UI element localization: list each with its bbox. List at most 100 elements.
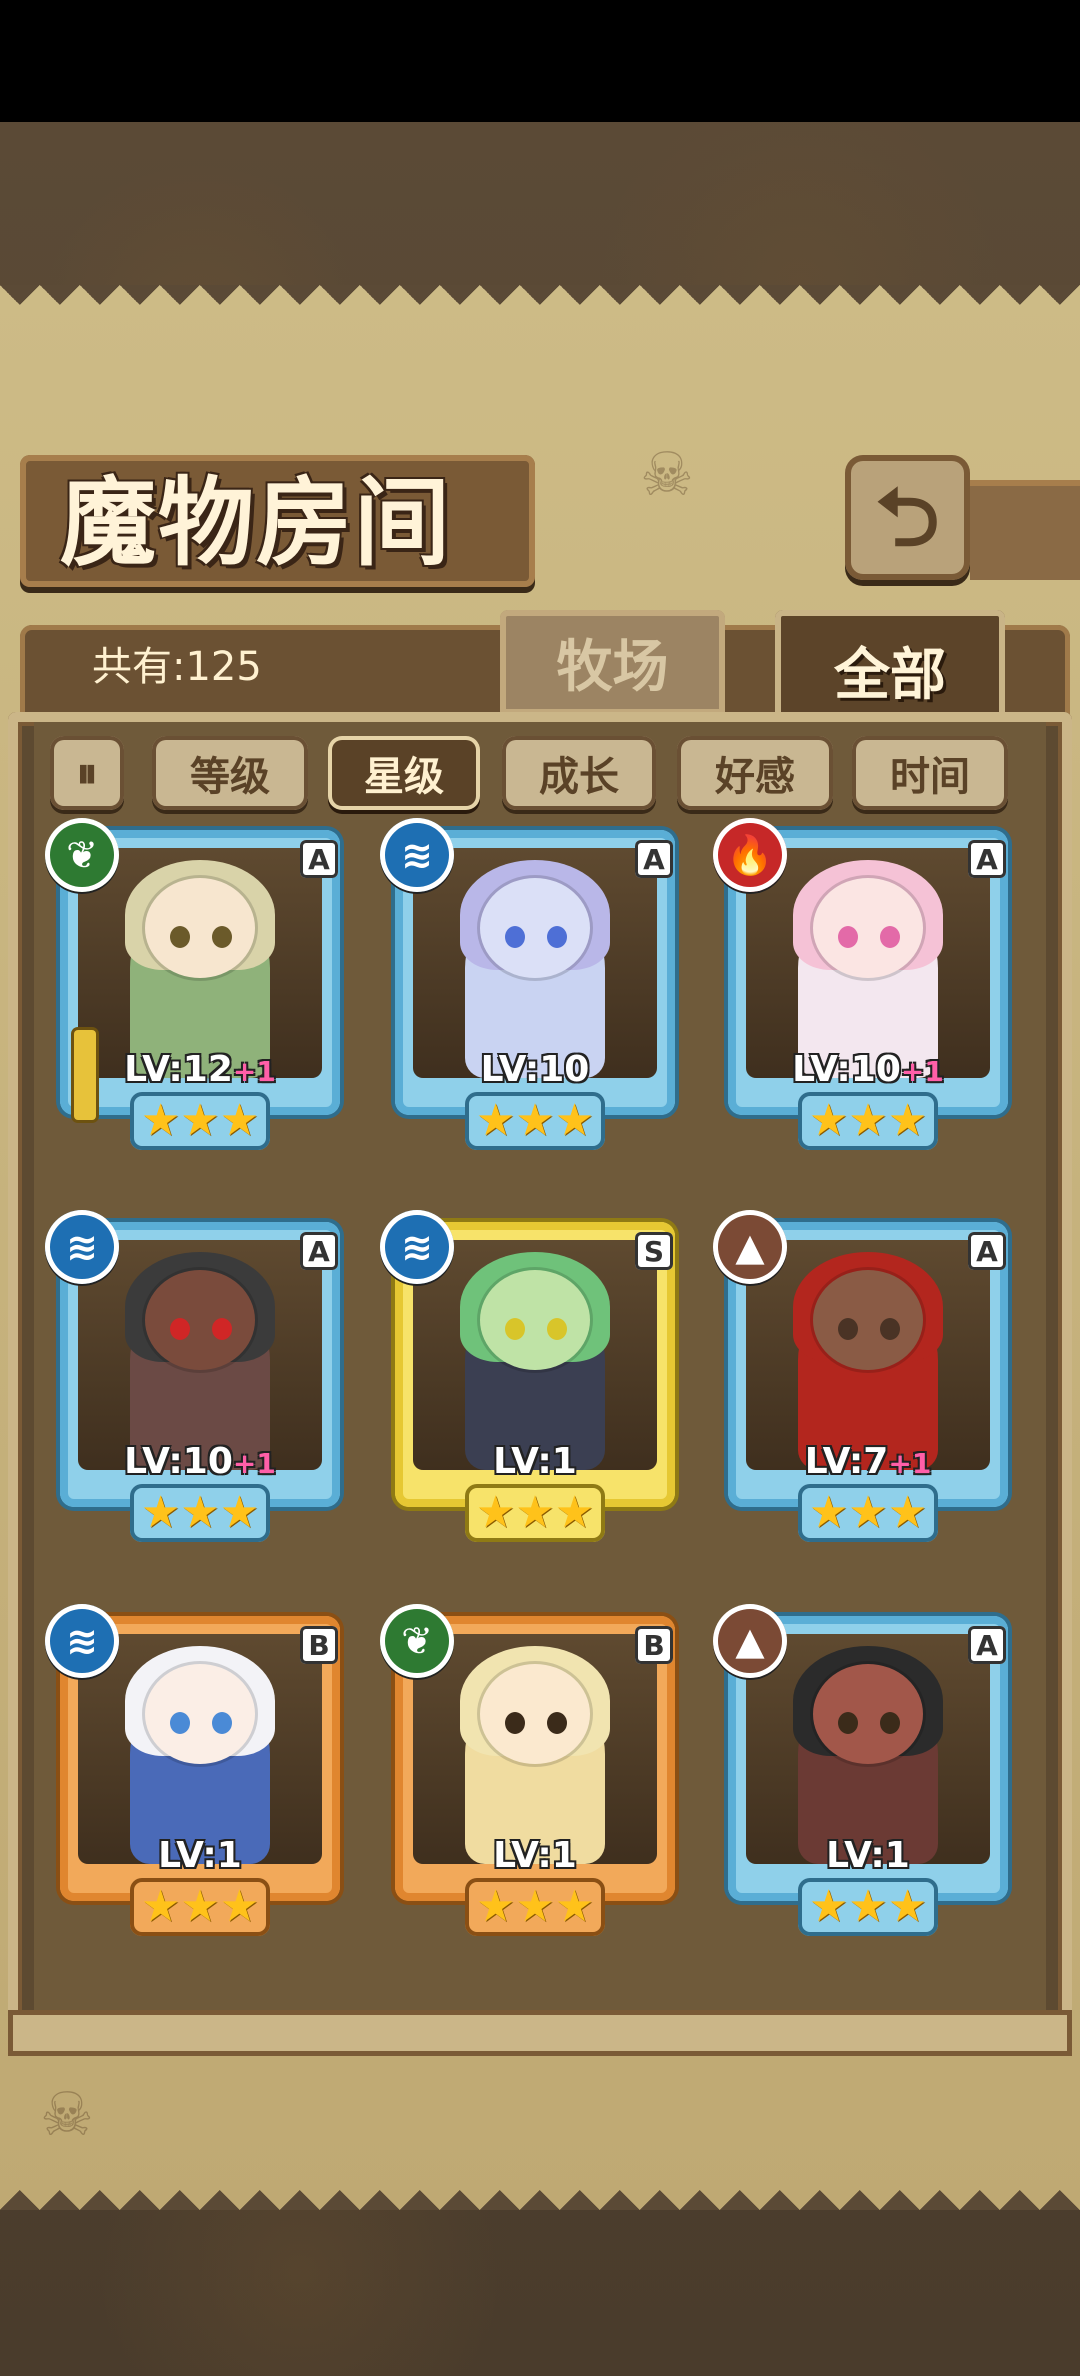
- monster-portrait: [746, 848, 990, 1078]
- monster-card[interactable]: ❦ B LV:1 ★★★: [380, 1604, 685, 1936]
- level-value: LV:10: [124, 1441, 233, 1482]
- portrait-eye: [547, 926, 567, 948]
- earth-element-icon: ▲: [713, 1210, 787, 1284]
- monster-card[interactable]: ≋ A LV:10+1 ★★★: [45, 1210, 350, 1542]
- water-element-icon: ≋: [45, 1210, 119, 1284]
- star-rating: ★★★: [465, 1878, 605, 1936]
- portrait-head: [145, 1270, 255, 1370]
- portrait-eye: [170, 1318, 190, 1340]
- monster-card[interactable]: ≋ B LV:1 ★★★: [45, 1604, 350, 1936]
- monster-portrait: [413, 1240, 657, 1470]
- portrait-eye: [838, 926, 858, 948]
- portrait-head: [480, 1664, 590, 1764]
- sword-icon: [74, 1030, 96, 1120]
- monster-portrait: [413, 1634, 657, 1864]
- grade-badge: A: [635, 840, 673, 878]
- nature-element-icon: ❦: [380, 1604, 454, 1678]
- sort-button-affection[interactable]: 好感: [677, 736, 833, 810]
- return-arrow-icon: ⮌: [875, 470, 940, 564]
- monster-level: LV:1: [746, 1834, 990, 1878]
- monster-portrait: [746, 1634, 990, 1864]
- portrait-head: [813, 1270, 923, 1370]
- monster-portrait: [78, 1240, 322, 1470]
- sort-button-growth[interactable]: 成长: [502, 736, 656, 810]
- nature-element-icon: ❦: [45, 818, 119, 892]
- star-rating: ★★★: [130, 1878, 270, 1936]
- monster-level: LV:10+1: [746, 1048, 990, 1092]
- monster-card[interactable]: ▲ A LV:7+1 ★★★: [713, 1210, 1018, 1542]
- grade-badge: S: [635, 1232, 673, 1270]
- footer-rail: [8, 2010, 1072, 2056]
- portrait-eye: [212, 1318, 232, 1340]
- fire-element-icon: 🔥: [713, 818, 787, 892]
- sort-button-time[interactable]: 时间: [852, 736, 1008, 810]
- sort-button-level[interactable]: 等级: [152, 736, 308, 810]
- portrait-head: [145, 1664, 255, 1764]
- portrait-eye: [880, 926, 900, 948]
- portrait-head: [813, 1664, 923, 1764]
- level-bonus: +1: [232, 1055, 276, 1088]
- grade-badge: A: [300, 1232, 338, 1270]
- monster-card[interactable]: 🔥 A LV:10+1 ★★★: [713, 818, 1018, 1150]
- portrait-head: [480, 1270, 590, 1370]
- monster-card[interactable]: ≋ A LV:10 ★★★: [380, 818, 685, 1150]
- monster-portrait: [746, 1240, 990, 1470]
- water-element-icon: ≋: [380, 818, 454, 892]
- earth-element-icon: ▲: [713, 1604, 787, 1678]
- level-value: LV:12: [124, 1049, 233, 1090]
- portrait-eye: [838, 1712, 858, 1734]
- monster-portrait: [78, 1634, 322, 1864]
- grade-badge: B: [300, 1626, 338, 1664]
- sort-order-toggle[interactable]: ⏸: [50, 736, 124, 810]
- star-rating: ★★★: [130, 1092, 270, 1150]
- portrait-eye: [547, 1712, 567, 1734]
- portrait-eye: [547, 1318, 567, 1340]
- star-rating: ★★★: [798, 1878, 938, 1936]
- sort-order-icon: ⏸: [76, 748, 98, 797]
- level-value: LV:1: [493, 1835, 577, 1876]
- monster-portrait: [78, 848, 322, 1078]
- status-bar: [0, 0, 1080, 122]
- level-bonus: +1: [232, 1447, 276, 1480]
- sort-button-star[interactable]: 星级: [328, 736, 480, 810]
- portrait-eye: [880, 1712, 900, 1734]
- monster-portrait: [413, 848, 657, 1078]
- portrait-head: [813, 878, 923, 978]
- page-title: 魔物房间: [60, 466, 452, 579]
- star-rating: ★★★: [465, 1484, 605, 1542]
- star-rating: ★★★: [798, 1484, 938, 1542]
- portrait-head: [145, 878, 255, 978]
- header-rail: [970, 480, 1080, 580]
- grade-badge: A: [300, 840, 338, 878]
- portrait-eye: [212, 926, 232, 948]
- portrait-eye: [170, 1712, 190, 1734]
- monster-level: LV:12+1: [78, 1048, 322, 1092]
- monster-card[interactable]: ❦ A LV:12+1 ★★★: [45, 818, 350, 1150]
- portrait-head: [480, 878, 590, 978]
- level-value: LV:1: [158, 1835, 242, 1876]
- water-element-icon: ≋: [380, 1210, 454, 1284]
- monster-level: LV:1: [413, 1834, 657, 1878]
- back-button[interactable]: ⮌: [845, 455, 970, 580]
- monster-level: LV:1: [413, 1440, 657, 1484]
- portrait-eye: [505, 926, 525, 948]
- portrait-eye: [838, 1318, 858, 1340]
- star-rating: ★★★: [130, 1484, 270, 1542]
- portrait-eye: [880, 1318, 900, 1340]
- level-value: LV:10: [792, 1049, 901, 1090]
- monster-level: LV:10+1: [78, 1440, 322, 1484]
- level-bonus: +1: [900, 1055, 944, 1088]
- monster-card[interactable]: ≋ S LV:1 ★★★: [380, 1210, 685, 1542]
- skull-icon: ☠: [640, 440, 694, 510]
- panel-edge-bottom: [0, 2170, 1080, 2210]
- monster-card[interactable]: ▲ A LV:1 ★★★: [713, 1604, 1018, 1936]
- grade-badge: B: [635, 1626, 673, 1664]
- star-rating: ★★★: [798, 1092, 938, 1150]
- tab-farm[interactable]: 牧场: [500, 610, 725, 715]
- level-value: LV:7: [804, 1441, 889, 1482]
- level-value: LV:10: [480, 1049, 590, 1090]
- portrait-eye: [505, 1712, 525, 1734]
- monster-level: LV:10: [413, 1048, 657, 1092]
- portrait-eye: [170, 926, 190, 948]
- level-bonus: +1: [888, 1447, 932, 1480]
